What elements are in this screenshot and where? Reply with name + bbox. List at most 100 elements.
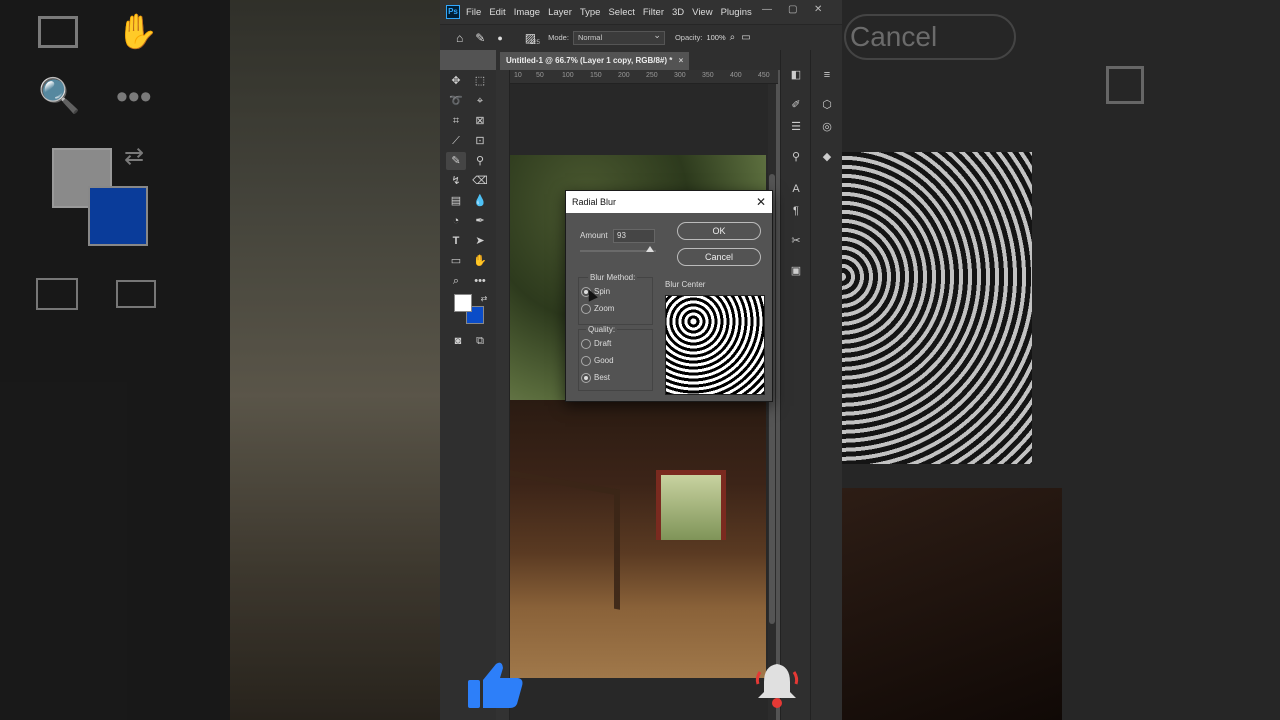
maximize-icon[interactable]: ▢ (788, 4, 797, 15)
background-swatch-ghost (88, 186, 148, 246)
home-icon[interactable]: ⌂ (456, 31, 463, 45)
character-icon[interactable]: A (785, 180, 807, 198)
tools-icon[interactable]: ✂ (785, 232, 807, 250)
lasso-tool-icon[interactable]: ➰ (446, 92, 466, 110)
dodge-tool-icon[interactable]: ◔ (446, 212, 466, 230)
quickmask-icon-ghost (36, 278, 78, 310)
vertical-scrollbar[interactable] (768, 84, 776, 720)
brush-tool-icon[interactable]: ✎ (446, 152, 466, 170)
3d-icon[interactable]: ⬡ (816, 96, 838, 114)
gradient-tool-icon[interactable]: ▤ (446, 192, 466, 210)
cancel-button[interactable]: Cancel (677, 248, 761, 266)
opacity-value[interactable]: 100% (706, 33, 725, 42)
mode-select[interactable]: Normal (572, 29, 665, 45)
menu-file[interactable]: File (466, 7, 481, 18)
amount-slider-thumb[interactable] (646, 246, 654, 252)
zoom-label[interactable]: Zoom (594, 304, 614, 313)
eyedropper-tool-icon[interactable]: ⟋ (446, 132, 466, 150)
close-window-icon[interactable]: ✕ (814, 4, 822, 15)
menu-type[interactable]: Type (580, 7, 601, 18)
document-tab[interactable]: Untitled-1 @ 66.7% (Layer 1 copy, RGB/8#… (500, 52, 690, 70)
adjustments-icon[interactable]: ◧ (785, 66, 807, 84)
sliders-icon[interactable]: ☰ (785, 118, 807, 136)
best-radio[interactable] (581, 373, 591, 383)
quick-mask-icon[interactable]: ◙ (448, 332, 468, 350)
good-label[interactable]: Good (594, 356, 614, 365)
close-tab-icon[interactable]: × (679, 56, 684, 65)
more-icon-ghost: ••• (116, 78, 152, 116)
menu-filter[interactable]: Filter (643, 7, 664, 18)
layers-icon[interactable]: ◆ (816, 148, 838, 166)
amount-slider[interactable] (580, 250, 656, 252)
crop-tool-icon[interactable]: ⌗ (446, 112, 466, 130)
draft-radio[interactable] (581, 339, 591, 349)
good-radio[interactable] (581, 356, 591, 366)
blur-center-preview[interactable] (665, 295, 765, 395)
photoshop-logo: Ps (446, 5, 460, 19)
blur-pattern-ghost (842, 152, 1032, 464)
blur-tool-icon[interactable]: 💧 (470, 192, 490, 210)
brush-preset-icon[interactable]: ✎ (475, 31, 485, 45)
notes-icon[interactable]: ▣ (785, 262, 807, 280)
path-select-tool-icon[interactable]: ➤ (470, 232, 490, 250)
rectangle-tool-icon[interactable]: ▭ (446, 252, 466, 270)
zoom-radio[interactable] (581, 304, 591, 314)
brush-tip-icon[interactable]: ● (497, 33, 502, 43)
hand-icon-ghost: ✋ (116, 13, 159, 51)
menu-view[interactable]: View (692, 7, 712, 18)
swap-colors-icon[interactable]: ⇄ (474, 290, 494, 308)
brushes-icon[interactable]: ✐ (785, 96, 807, 114)
properties-icon[interactable]: ≡ (816, 66, 838, 84)
blur-method-label: Blur Method: (588, 273, 638, 282)
eraser-tool-icon[interactable]: ⌫ (470, 172, 490, 190)
zoom-tool-icon[interactable]: ⌕ (446, 272, 466, 290)
dialog-title-bar: Radial Blur ✕ (566, 191, 772, 213)
hand-tool-icon[interactable]: ✋ (470, 252, 490, 270)
ok-button[interactable]: OK (677, 222, 761, 240)
zoom-icon-ghost: 🔍 (38, 77, 81, 115)
paragraph-icon[interactable]: ¶ (785, 202, 807, 220)
panel-icons-left: ◧ ✐ ☰ ⚲ A ¶ ✂ ▣ (780, 50, 810, 720)
amount-input[interactable]: 93 (613, 229, 655, 243)
cancel-button-ghost: Cancel (844, 14, 1016, 60)
move-tool-icon[interactable]: ✥ (446, 72, 466, 90)
menu-plugins[interactable]: Plugins (721, 7, 752, 18)
type-tool-icon[interactable]: T (446, 232, 466, 250)
ruler-tick: 300 (674, 72, 686, 79)
healing-tool-icon[interactable]: ⊡ (470, 132, 490, 150)
clone-source-icon[interactable]: ⚲ (785, 148, 807, 166)
menu-3d[interactable]: 3D (672, 7, 684, 18)
bridge-railing (510, 470, 620, 610)
menu-edit[interactable]: Edit (489, 7, 505, 18)
stamp-tool-icon[interactable]: ⚲ (470, 152, 490, 170)
brush-size-value: 125 (530, 40, 541, 46)
menu-layer[interactable]: Layer (548, 7, 572, 18)
foreground-color-swatch[interactable] (454, 294, 472, 312)
menu-image[interactable]: Image (514, 7, 540, 18)
history-brush-tool-icon[interactable]: ↯ (446, 172, 466, 190)
menu-select[interactable]: Select (608, 7, 634, 18)
pen-tool-icon[interactable]: ✒ (470, 212, 490, 230)
document-tab-title: Untitled-1 @ 66.7% (Layer 1 copy, RGB/8#… (506, 56, 673, 65)
menu-bar: Ps File Edit Image Layer Type Select Fil… (440, 0, 842, 24)
notification-bell-icon[interactable] (752, 658, 802, 710)
search-icon[interactable]: ⌕ (730, 32, 736, 43)
tools-panel: ✥ ⬚ ➰ ⌖ ⌗ ⊠ ⟋ ⊡ ✎ ⚲ ↯ ⌫ ▤ 💧 ◔ ✒ T ➤ ▭ ✋ … (440, 70, 496, 720)
quick-select-tool-icon[interactable]: ⌖ (470, 92, 490, 110)
ruler-tick: 350 (702, 72, 714, 79)
ruler-tick: 100 (562, 72, 574, 79)
thumbs-up-icon[interactable] (466, 660, 524, 710)
marquee-tool-icon[interactable]: ⬚ (470, 72, 490, 90)
workspace-icon[interactable]: ▭ (741, 32, 750, 43)
more-tools-icon[interactable]: ••• (470, 272, 490, 290)
draft-label[interactable]: Draft (594, 339, 611, 348)
best-label[interactable]: Best (594, 373, 610, 382)
dialog-title: Radial Blur (572, 197, 617, 207)
frame-tool-icon[interactable]: ⊠ (470, 112, 490, 130)
channels-icon[interactable]: ◎ (816, 118, 838, 136)
minimize-icon[interactable]: — (762, 4, 772, 15)
vertical-ruler (496, 70, 510, 720)
document-tabs: Untitled-1 @ 66.7% (Layer 1 copy, RGB/8#… (496, 50, 780, 70)
screen-mode-icon[interactable]: ⧉ (470, 332, 490, 350)
close-icon[interactable]: ✕ (756, 191, 766, 213)
